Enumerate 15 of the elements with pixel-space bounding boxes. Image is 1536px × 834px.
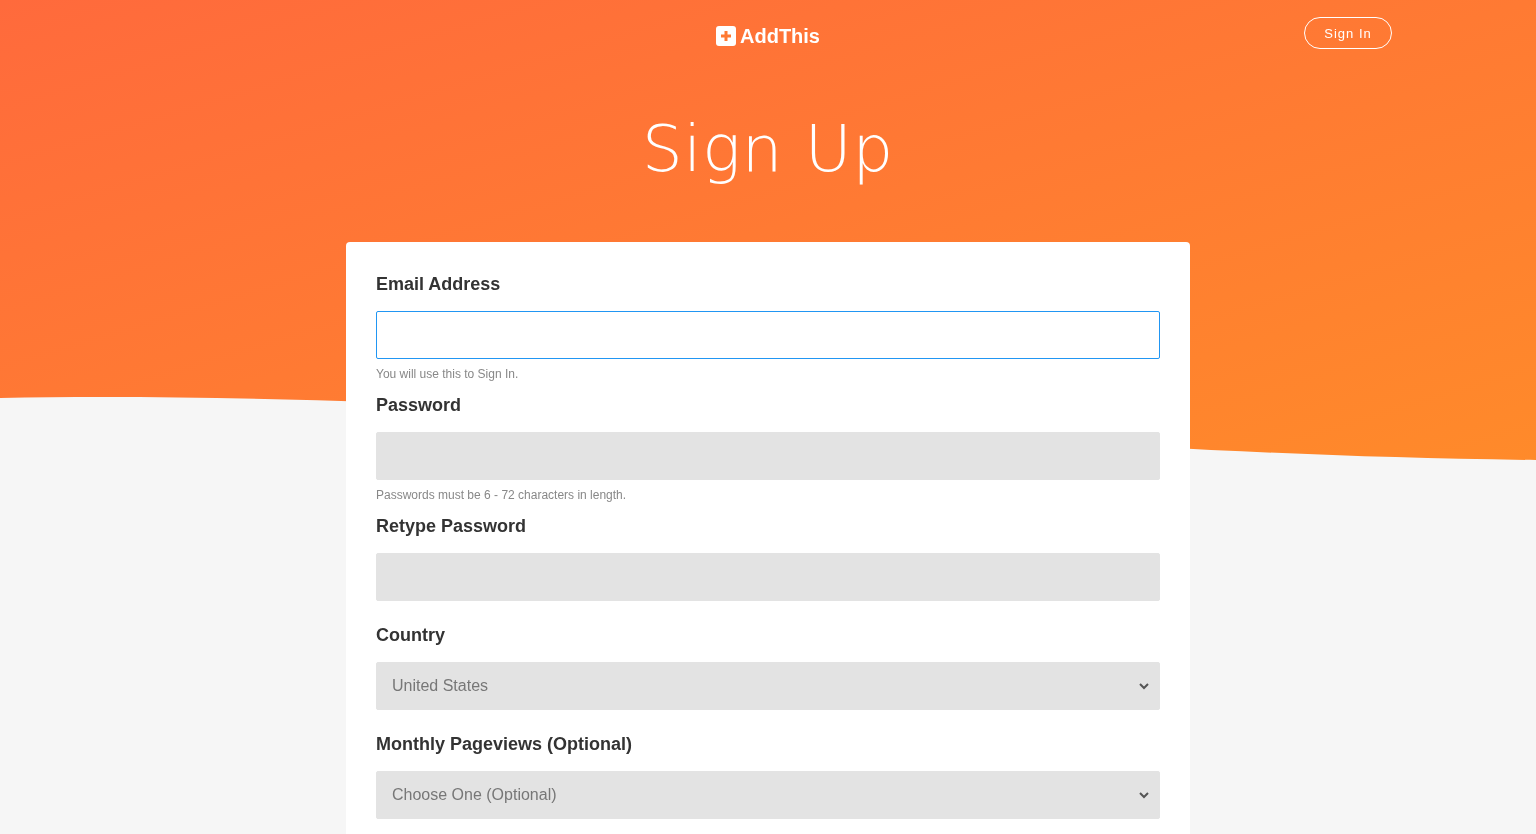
help-text: Passwords must be 6 - 72 characters in length. [376, 488, 628, 502]
chevron-icon [1139, 791, 1149, 799]
select-field[interactable]: Choose One (Optional) [376, 771, 1160, 819]
logo-text: AddThis [740, 24, 820, 48]
plus-icon [716, 26, 736, 46]
field-label: Email Address [376, 274, 502, 295]
field-label: Retype Password [376, 516, 528, 537]
field-label: Country [376, 625, 446, 646]
field-label: Monthly Pageviews (Optional) [376, 734, 634, 755]
help-text: You will use this to Sign In. [376, 367, 520, 381]
page-title: Sign Up [641, 112, 895, 186]
field-label: Password [376, 395, 463, 416]
select-field[interactable]: United States [376, 662, 1160, 710]
chevron-icon [1139, 682, 1149, 690]
input-field[interactable] [376, 311, 1160, 359]
